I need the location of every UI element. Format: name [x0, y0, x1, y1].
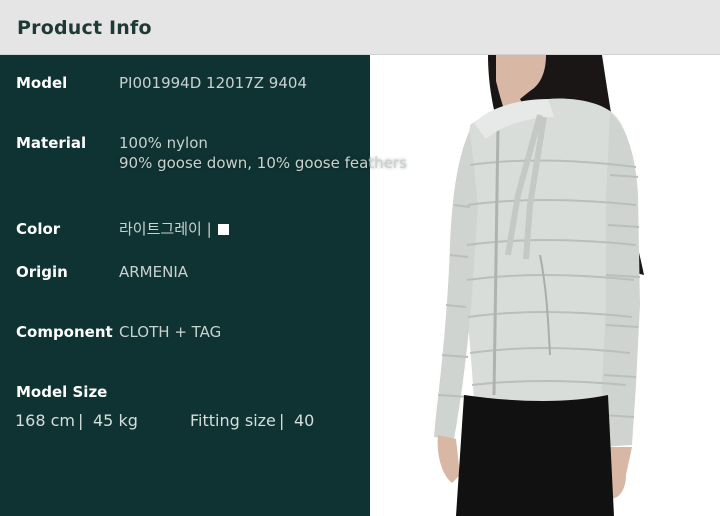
color-name: 라이트그레이 | [119, 220, 212, 238]
size-separator: | [279, 411, 285, 430]
info-panel [0, 55, 370, 516]
material-value-line1: 100% nylon [119, 134, 208, 152]
fitting-size-value: 40 [294, 411, 315, 430]
product-photo [370, 55, 720, 516]
origin-label: Origin [16, 263, 68, 281]
model-weight: 45 kg [93, 411, 138, 430]
component-label: Component [16, 323, 113, 341]
page-title: Product Info [17, 17, 152, 39]
size-separator: | [78, 411, 84, 430]
color-label: Color [16, 220, 61, 238]
model-size-label: Model Size [16, 383, 108, 401]
color-swatch [218, 224, 230, 235]
header-bar: Product Info [0, 0, 720, 55]
material-label: Material [16, 134, 87, 152]
model-height: 168 cm [15, 411, 76, 430]
color-value: 라이트그레이 | [119, 219, 230, 239]
component-value: CLOTH + TAG [119, 323, 222, 341]
fitting-size-label: Fitting size [190, 411, 276, 430]
model-wearing-jacket-image [434, 55, 644, 516]
model-value: PI001994D 12017Z 9404 [119, 74, 307, 92]
origin-value: ARMENIA [119, 263, 189, 281]
material-value-line2: 90% goose down, 10% goose feathers [119, 154, 407, 172]
model-label: Model [16, 74, 68, 92]
